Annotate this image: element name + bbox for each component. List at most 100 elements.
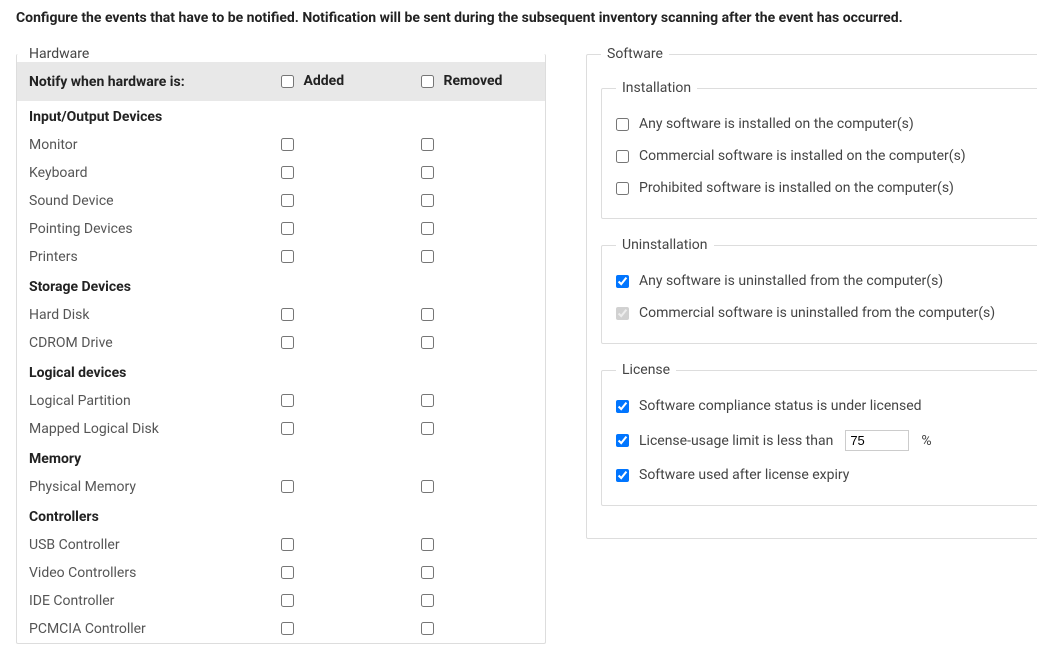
install-prohibited-label: Prohibited software is installed on the …	[639, 180, 954, 196]
install-any-label: Any software is installed on the compute…	[639, 116, 914, 132]
row-label: Logical Partition	[17, 387, 265, 415]
software-fieldset: Software Installation Any software is in…	[586, 46, 1037, 539]
uninstall-commercial-row[interactable]: Commercial software is uninstalled from …	[616, 297, 1026, 329]
hardware-header-removed: Removed	[405, 62, 545, 101]
license-usage-label-post: %	[921, 433, 931, 449]
installation-legend: Installation	[616, 80, 697, 96]
physical-memory-added-checkbox[interactable]	[281, 480, 294, 493]
install-commercial-checkbox[interactable]	[616, 150, 629, 163]
table-row: Printers	[17, 243, 545, 271]
monitor-added-checkbox[interactable]	[281, 138, 294, 151]
license-expiry-label: Software used after license expiry	[639, 467, 849, 483]
row-label: PCMCIA Controller	[17, 615, 265, 643]
row-label: Keyboard	[17, 159, 265, 187]
license-usage-checkbox[interactable]	[616, 434, 629, 447]
table-row: Logical Partition	[17, 387, 545, 415]
monitor-removed-checkbox[interactable]	[421, 138, 434, 151]
install-any-checkbox[interactable]	[616, 118, 629, 131]
usb-removed-checkbox[interactable]	[421, 538, 434, 551]
row-label: Physical Memory	[17, 473, 265, 501]
added-label: Added	[303, 73, 344, 89]
section-controllers: Controllers	[17, 501, 545, 531]
ide-removed-checkbox[interactable]	[421, 594, 434, 607]
hardware-header-label: Notify when hardware is:	[17, 62, 265, 101]
table-row: CDROM Drive	[17, 329, 545, 357]
table-row: USB Controller	[17, 531, 545, 559]
table-row: Keyboard	[17, 159, 545, 187]
section-memory: Memory	[17, 443, 545, 473]
removed-all-checkbox[interactable]	[421, 75, 434, 88]
section-storage: Storage Devices	[17, 271, 545, 301]
hardware-fieldset: Hardware Notify when hardware is: Added …	[16, 46, 546, 644]
mapped-logical-removed-checkbox[interactable]	[421, 422, 434, 435]
mapped-logical-added-checkbox[interactable]	[281, 422, 294, 435]
printers-removed-checkbox[interactable]	[421, 250, 434, 263]
pcmcia-added-checkbox[interactable]	[281, 622, 294, 635]
hardware-table: Notify when hardware is: Added Removed I…	[17, 62, 545, 643]
video-removed-checkbox[interactable]	[421, 566, 434, 579]
license-usage-row: License-usage limit is less than %	[616, 422, 1026, 459]
license-compliance-checkbox[interactable]	[616, 400, 629, 413]
table-row: Mapped Logical Disk	[17, 415, 545, 443]
uninstall-any-row[interactable]: Any software is uninstalled from the com…	[616, 265, 1026, 297]
hardware-legend: Hardware	[23, 46, 95, 62]
install-any-row[interactable]: Any software is installed on the compute…	[616, 108, 1026, 140]
row-label: Sound Device	[17, 187, 265, 215]
uninstall-commercial-label: Commercial software is uninstalled from …	[639, 305, 995, 321]
uninstallation-fieldset: Uninstallation Any software is uninstall…	[601, 237, 1037, 344]
license-usage-input[interactable]	[845, 430, 909, 451]
table-row: PCMCIA Controller	[17, 615, 545, 643]
row-label: Hard Disk	[17, 301, 265, 329]
table-row: Monitor	[17, 131, 545, 159]
row-label: Pointing Devices	[17, 215, 265, 243]
table-row: Physical Memory	[17, 473, 545, 501]
pointing-removed-checkbox[interactable]	[421, 222, 434, 235]
table-row: Pointing Devices	[17, 215, 545, 243]
sound-removed-checkbox[interactable]	[421, 194, 434, 207]
row-label: Monitor	[17, 131, 265, 159]
license-fieldset: License Software compliance status is un…	[601, 362, 1037, 506]
uninstallation-legend: Uninstallation	[616, 237, 714, 253]
section-logical: Logical devices	[17, 357, 545, 387]
row-label: Mapped Logical Disk	[17, 415, 265, 443]
license-compliance-row[interactable]: Software compliance status is under lice…	[616, 390, 1026, 422]
install-commercial-row[interactable]: Commercial software is installed on the …	[616, 140, 1026, 172]
table-row: Hard Disk	[17, 301, 545, 329]
row-label: CDROM Drive	[17, 329, 265, 357]
keyboard-removed-checkbox[interactable]	[421, 166, 434, 179]
license-expiry-checkbox[interactable]	[616, 469, 629, 482]
video-added-checkbox[interactable]	[281, 566, 294, 579]
row-label: IDE Controller	[17, 587, 265, 615]
harddisk-removed-checkbox[interactable]	[421, 308, 434, 321]
removed-label: Removed	[443, 73, 502, 89]
physical-memory-removed-checkbox[interactable]	[421, 480, 434, 493]
install-prohibited-row[interactable]: Prohibited software is installed on the …	[616, 172, 1026, 204]
logical-partition-added-checkbox[interactable]	[281, 394, 294, 407]
printers-added-checkbox[interactable]	[281, 250, 294, 263]
harddisk-added-checkbox[interactable]	[281, 308, 294, 321]
pointing-added-checkbox[interactable]	[281, 222, 294, 235]
hardware-header-added: Added	[265, 62, 405, 101]
keyboard-added-checkbox[interactable]	[281, 166, 294, 179]
row-label: Printers	[17, 243, 265, 271]
cdrom-added-checkbox[interactable]	[281, 336, 294, 349]
added-all-checkbox[interactable]	[281, 75, 294, 88]
uninstall-any-checkbox[interactable]	[616, 275, 629, 288]
logical-partition-removed-checkbox[interactable]	[421, 394, 434, 407]
usb-added-checkbox[interactable]	[281, 538, 294, 551]
uninstall-any-label: Any software is uninstalled from the com…	[639, 273, 943, 289]
table-row: Video Controllers	[17, 559, 545, 587]
uninstall-commercial-checkbox[interactable]	[616, 307, 629, 320]
license-usage-label-pre: License-usage limit is less than	[639, 433, 833, 449]
software-legend: Software	[601, 46, 669, 62]
table-row: IDE Controller	[17, 587, 545, 615]
install-prohibited-checkbox[interactable]	[616, 182, 629, 195]
cdrom-removed-checkbox[interactable]	[421, 336, 434, 349]
license-expiry-row[interactable]: Software used after license expiry	[616, 459, 1026, 491]
page-description: Configure the events that have to be not…	[16, 10, 1021, 26]
sound-added-checkbox[interactable]	[281, 194, 294, 207]
license-legend: License	[616, 362, 676, 378]
pcmcia-removed-checkbox[interactable]	[421, 622, 434, 635]
ide-added-checkbox[interactable]	[281, 594, 294, 607]
table-row: Sound Device	[17, 187, 545, 215]
